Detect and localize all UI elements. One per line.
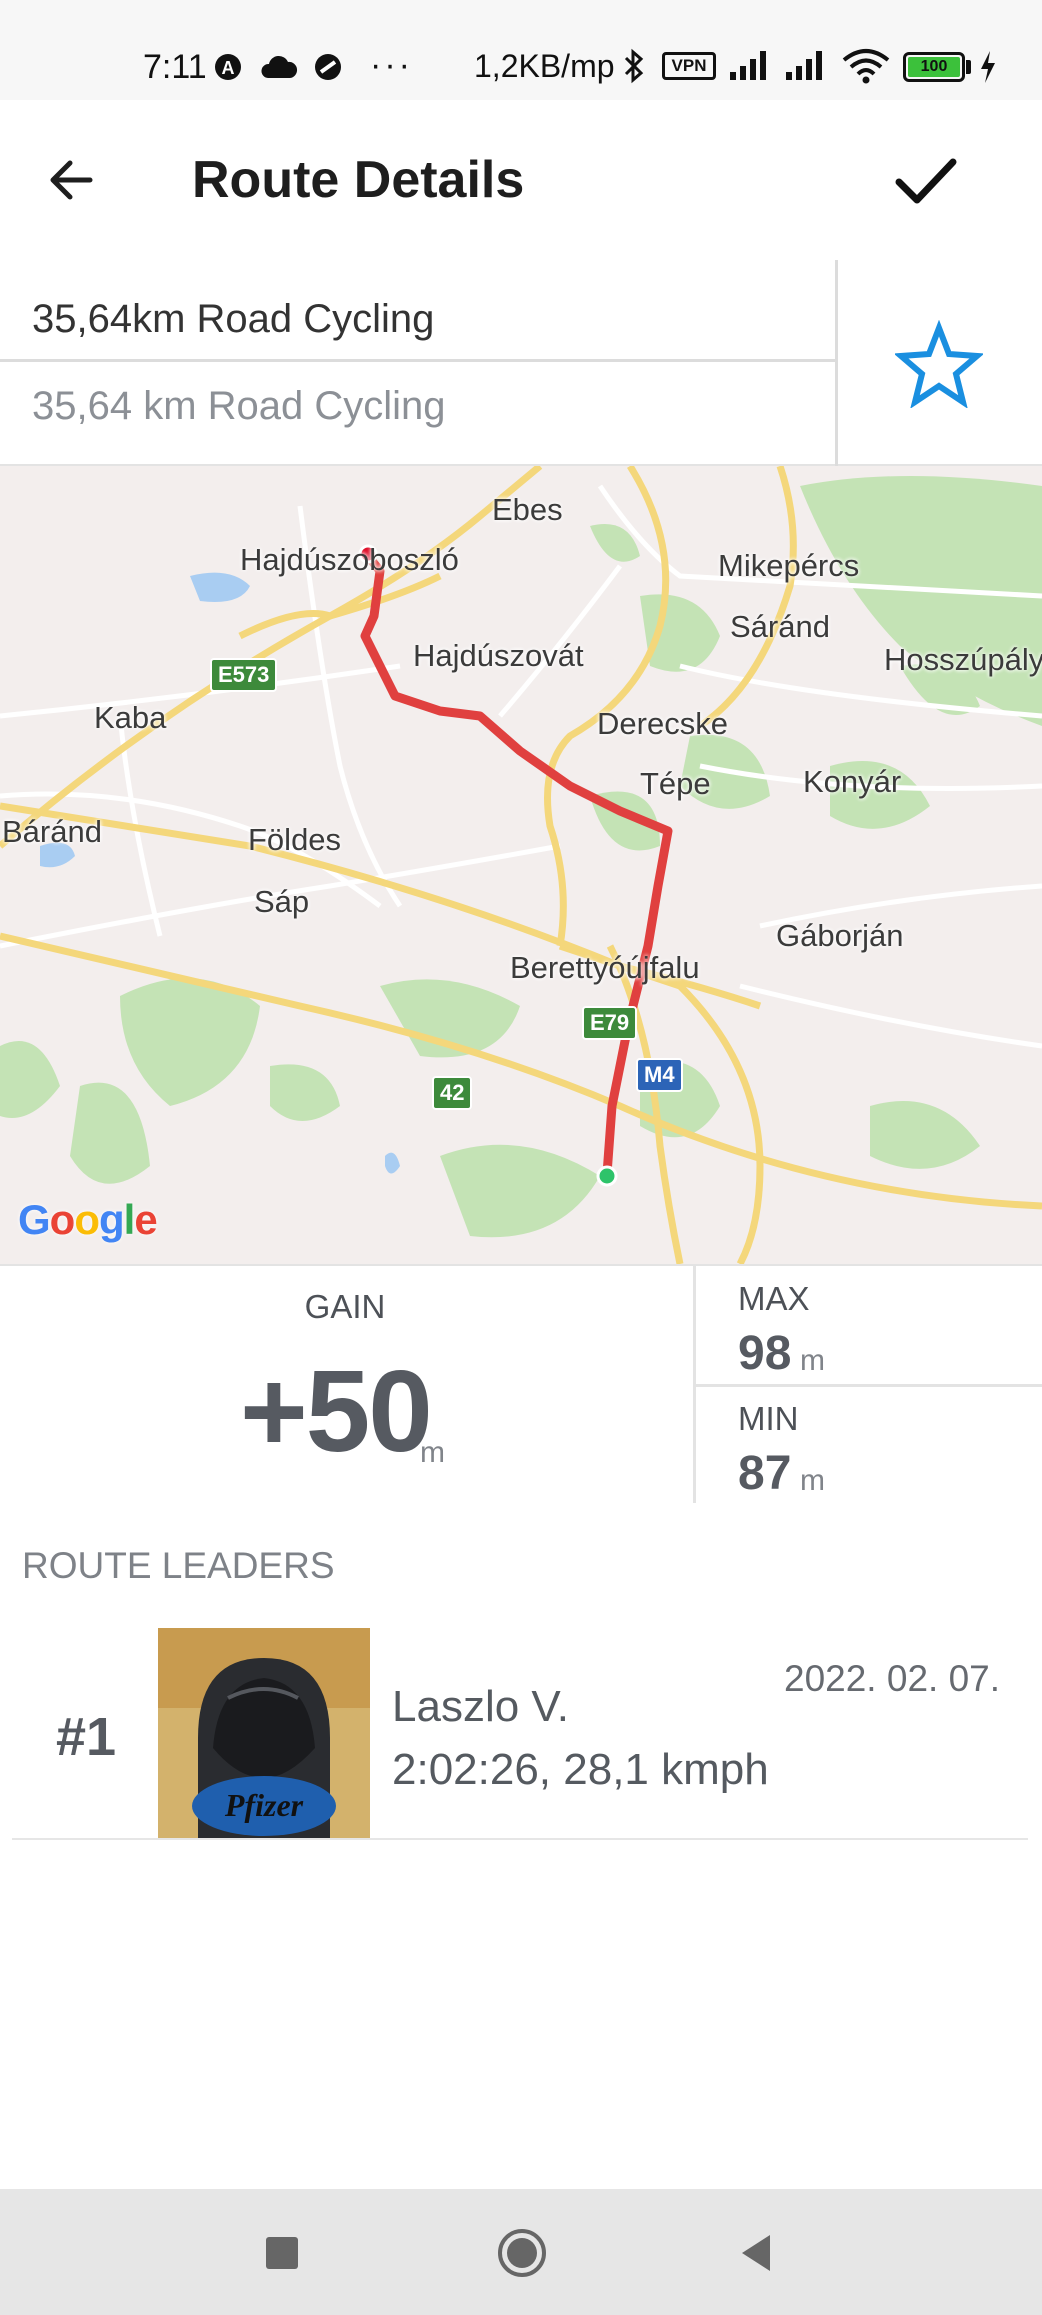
battery-level: 100 (908, 57, 960, 77)
map-label-tepe: Tépe (640, 766, 711, 801)
leader-name: Laszlo V. (392, 1682, 569, 1731)
min-value: 87 (738, 1447, 792, 1500)
cloud-icon (261, 55, 298, 78)
gain-unit: m (420, 1436, 445, 1469)
battery-icon: 100 (903, 52, 965, 82)
vertical-divider (835, 260, 838, 466)
route-name-hint: 35,64 km Road Cycling (32, 384, 446, 428)
battery-tip (966, 60, 971, 74)
leader-stats: 2:02:26, 28,1 kmph (392, 1745, 769, 1794)
bluetooth-icon (624, 48, 644, 84)
app-bar: Route Details (0, 100, 1042, 260)
elevation-panel: GAIN +50 m MAX 98 m MIN 87 m (0, 1264, 1042, 1503)
route-leaders-title: ROUTE LEADERS (22, 1545, 335, 1586)
route-end-marker (596, 1165, 618, 1187)
map-label-kaba: Kaba (94, 700, 167, 735)
recents-square-icon[interactable] (252, 2223, 312, 2283)
map-label-barand: Báránd (2, 814, 102, 849)
avatar-image: Pfizer (158, 1628, 370, 1838)
status-bar: 7:11 A ··· 1,2KB/mp VPN 100 (0, 0, 1042, 100)
charging-icon (981, 51, 995, 83)
road-shield-42: 42 (432, 1076, 473, 1110)
svg-text:A: A (222, 58, 235, 78)
route-name-input[interactable] (0, 260, 835, 362)
road-shield-e79: E79 (582, 1006, 638, 1040)
max-value: 98 (738, 1327, 792, 1380)
map-label-berettyoujfalu: Berettyóújfalu (510, 950, 700, 985)
status-time: 7:11 (143, 48, 207, 86)
map-label-gaborjan: Gáborján (776, 918, 904, 953)
check-icon[interactable] (885, 140, 965, 220)
gain-value: +50 (240, 1346, 433, 1476)
road-shield-e573: E573 (210, 658, 278, 692)
max-label: MAX (738, 1280, 810, 1317)
map-label-sap: Sáp (254, 884, 310, 919)
min-label: MIN (738, 1400, 799, 1437)
back-triangle-icon[interactable] (728, 2223, 788, 2283)
star-outline-icon[interactable] (895, 320, 983, 408)
home-circle-icon[interactable] (492, 2223, 552, 2283)
elevation-hdivider (696, 1384, 1042, 1387)
map-parks (0, 476, 1042, 1238)
wifi-icon (842, 49, 890, 84)
vpn-badge: VPN (662, 52, 716, 80)
no-disturb-icon (315, 54, 341, 80)
status-net-speed: 1,2KB/mp (474, 48, 615, 84)
min-unit: m (800, 1464, 825, 1497)
map-label-konyar: Konyár (803, 764, 902, 799)
leader-date: 2022. 02. 07. (784, 1658, 1001, 1699)
map-canvas (0, 466, 1042, 1264)
map-label-hosszupaly: Hosszúpály (884, 642, 1042, 677)
map-label-sarand: Sáránd (730, 609, 830, 644)
arrow-left-icon[interactable] (40, 145, 110, 215)
system-nav-bar (0, 2189, 1042, 2315)
map-label-hajduszoboszlo: Hajdúszoboszló (240, 542, 459, 577)
avatar[interactable]: Pfizer (158, 1628, 370, 1838)
map-label-derecske: Derecske (597, 706, 728, 741)
signal-icon (730, 51, 766, 80)
page-title: Route Details (192, 151, 525, 209)
avatar-text: Pfizer (224, 1787, 304, 1823)
route-name-section: 35,64 km Road Cycling (0, 260, 1042, 466)
map-label-mikepercs: Mikepércs (718, 548, 860, 583)
map-label-foldes: Földes (248, 822, 342, 857)
map-label-ebes: Ebes (492, 492, 563, 527)
leader-row[interactable]: #1 Pfizer Laszlo V. 2:02:26, 28,1 kmph 2… (12, 1628, 1028, 1840)
road-shield-m4: M4 (636, 1058, 683, 1092)
a-circle-icon: A (215, 54, 241, 80)
map-label-hajduszovat: Hajdúszovát (413, 638, 584, 673)
google-logo: Google (18, 1196, 158, 1243)
route-map[interactable]: Ebes Hajdúszoboszló Mikepércs Sáránd Hos… (0, 466, 1042, 1264)
max-unit: m (800, 1344, 825, 1377)
leader-rank: #1 (56, 1707, 117, 1767)
gain-label: GAIN (304, 1288, 386, 1325)
signal-icon (786, 51, 822, 80)
status-more: ··· (370, 46, 413, 84)
